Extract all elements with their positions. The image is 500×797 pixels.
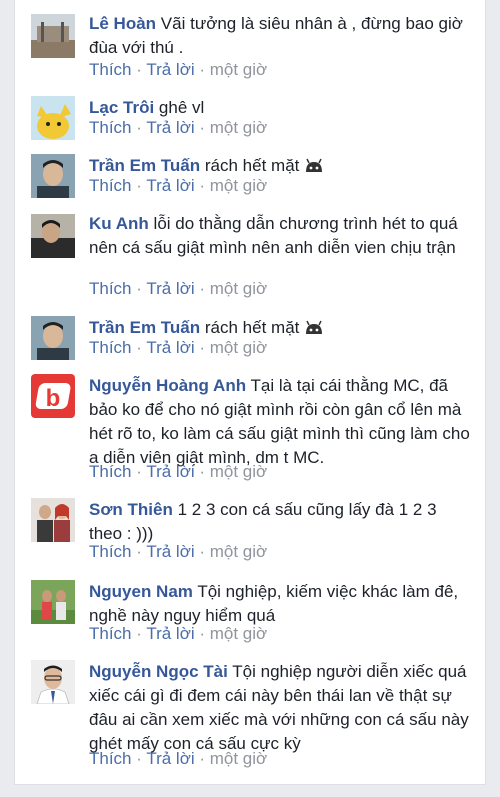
separator: · [131,749,147,768]
separator: · [194,176,210,195]
separator: · [194,462,210,481]
reply-link[interactable]: Trả lời [146,176,194,195]
separator: · [131,279,147,298]
timestamp[interactable]: một giờ [210,338,267,357]
avatar[interactable] [31,96,75,140]
comment-body: Sơn Thiên 1 2 3 con cá sấu cũng lấy đà 1… [89,498,471,546]
separator: · [131,60,147,79]
comment-text: rách hết mặt [204,318,300,337]
separator: · [131,118,147,137]
reply-link[interactable]: Trả lời [146,60,194,79]
comment-author[interactable]: Sơn Thiên [89,500,173,519]
like-link[interactable]: Thích [89,749,132,768]
comment-text: ghê vl [158,98,205,117]
comment-actions: Thích · Trả lời · một giờ [89,278,267,300]
avatar[interactable] [31,498,75,542]
like-link[interactable]: Thích [89,624,132,643]
like-link[interactable]: Thích [89,462,132,481]
timestamp[interactable]: một giờ [210,279,267,298]
comment-author[interactable]: Trần Em Tuấn [89,318,200,337]
timestamp[interactable]: một giờ [210,624,267,643]
comment-author[interactable]: Ku Anh [89,214,149,233]
comment-author[interactable]: Nguyen Nam [89,582,193,601]
comment-actions: Thích · Trả lời · một giờ [89,117,267,139]
comment-body: Ku Anh lỗi do thằng dẫn chương trình hét… [89,212,471,260]
separator: · [131,338,147,357]
android-emoji-icon [304,156,324,180]
separator: · [131,542,147,561]
separator: · [194,338,210,357]
reply-link[interactable]: Trả lời [146,542,194,561]
comment-body: Lê Hoàn Vãi tưởng là siêu nhân à , đừng … [89,12,471,60]
separator: · [131,624,147,643]
comment-body: Nguyễn Ngọc Tài Tội nghiệp người diễn xi… [89,660,471,756]
reply-link[interactable]: Trả lời [146,749,194,768]
separator: · [194,749,210,768]
reply-link[interactable]: Trả lời [146,462,194,481]
separator: · [194,542,210,561]
timestamp[interactable]: một giờ [210,749,267,768]
comment-actions: Thích · Trả lời · một giờ [89,175,267,197]
separator: · [194,624,210,643]
separator: · [131,462,147,481]
avatar-letter: b [46,385,61,412]
comment-body: Nguyen Nam Tội nghiệp, kiếm việc khác là… [89,580,471,628]
comment-actions: Thích · Trả lời · một giờ [89,59,267,81]
like-link[interactable]: Thích [89,279,132,298]
comment-author[interactable]: Lạc Trôi [89,98,154,117]
timestamp[interactable]: một giờ [210,60,267,79]
timestamp[interactable]: một giờ [210,542,267,561]
android-emoji-icon [304,318,324,342]
like-link[interactable]: Thích [89,118,132,137]
separator: · [194,60,210,79]
reply-link[interactable]: Trả lời [146,118,194,137]
avatar[interactable] [31,154,75,198]
comment-actions: Thích · Trả lời · một giờ [89,748,267,770]
timestamp[interactable]: một giờ [210,176,267,195]
separator: · [194,279,210,298]
like-link[interactable]: Thích [89,542,132,561]
avatar[interactable] [31,660,75,704]
separator: · [131,176,147,195]
comment-actions: Thích · Trả lời · một giờ [89,337,267,359]
comment-actions: Thích · Trả lời · một giờ [89,461,267,483]
comment-actions: Thích · Trả lời · một giờ [89,541,267,563]
avatar[interactable]: b [31,374,75,418]
comment-author[interactable]: Lê Hoàn [89,14,156,33]
comment-author[interactable]: Nguyễn Hoàng Anh [89,376,246,395]
avatar[interactable] [31,580,75,624]
comments-panel: Lê Hoàn Vãi tưởng là siêu nhân à , đừng … [14,0,486,785]
timestamp[interactable]: một giờ [210,118,267,137]
like-link[interactable]: Thích [89,60,132,79]
avatar[interactable] [31,316,75,360]
reply-link[interactable]: Trả lời [146,338,194,357]
avatar[interactable] [31,214,75,258]
comment-author[interactable]: Nguyễn Ngọc Tài [89,662,228,681]
avatar[interactable] [31,14,75,58]
reply-link[interactable]: Trả lời [146,279,194,298]
comment-author[interactable]: Trần Em Tuấn [89,156,200,175]
reply-link[interactable]: Trả lời [146,624,194,643]
separator: · [194,118,210,137]
comment-actions: Thích · Trả lời · một giờ [89,623,267,645]
timestamp[interactable]: một giờ [210,462,267,481]
like-link[interactable]: Thích [89,176,132,195]
comment-body: Nguyễn Hoàng Anh Tại là tại cái thằng MC… [89,374,471,470]
like-link[interactable]: Thích [89,338,132,357]
comment-text: rách hết mặt [204,156,300,175]
